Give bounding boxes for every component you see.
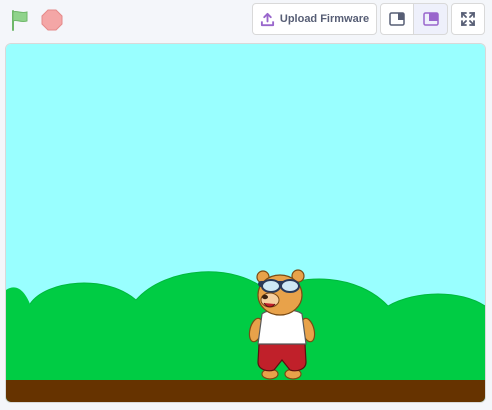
large-stage-icon bbox=[422, 12, 439, 26]
green-flag-button[interactable] bbox=[7, 7, 33, 33]
stop-sign-icon bbox=[41, 9, 63, 31]
fullscreen-button[interactable] bbox=[451, 3, 485, 35]
stage-toolbar: Upload Firmware bbox=[0, 0, 492, 40]
stop-button[interactable] bbox=[39, 7, 65, 33]
stage-canvas[interactable] bbox=[5, 43, 486, 403]
small-stage-button[interactable] bbox=[380, 3, 414, 35]
upload-firmware-label: Upload Firmware bbox=[279, 13, 370, 25]
ground-strip bbox=[6, 380, 485, 402]
upload-icon bbox=[260, 12, 274, 26]
upload-firmware-button[interactable]: Upload Firmware bbox=[252, 3, 377, 35]
fullscreen-icon bbox=[461, 12, 475, 26]
large-stage-button[interactable] bbox=[413, 3, 448, 35]
small-stage-icon bbox=[389, 12, 405, 26]
green-flag-icon bbox=[12, 10, 28, 31]
